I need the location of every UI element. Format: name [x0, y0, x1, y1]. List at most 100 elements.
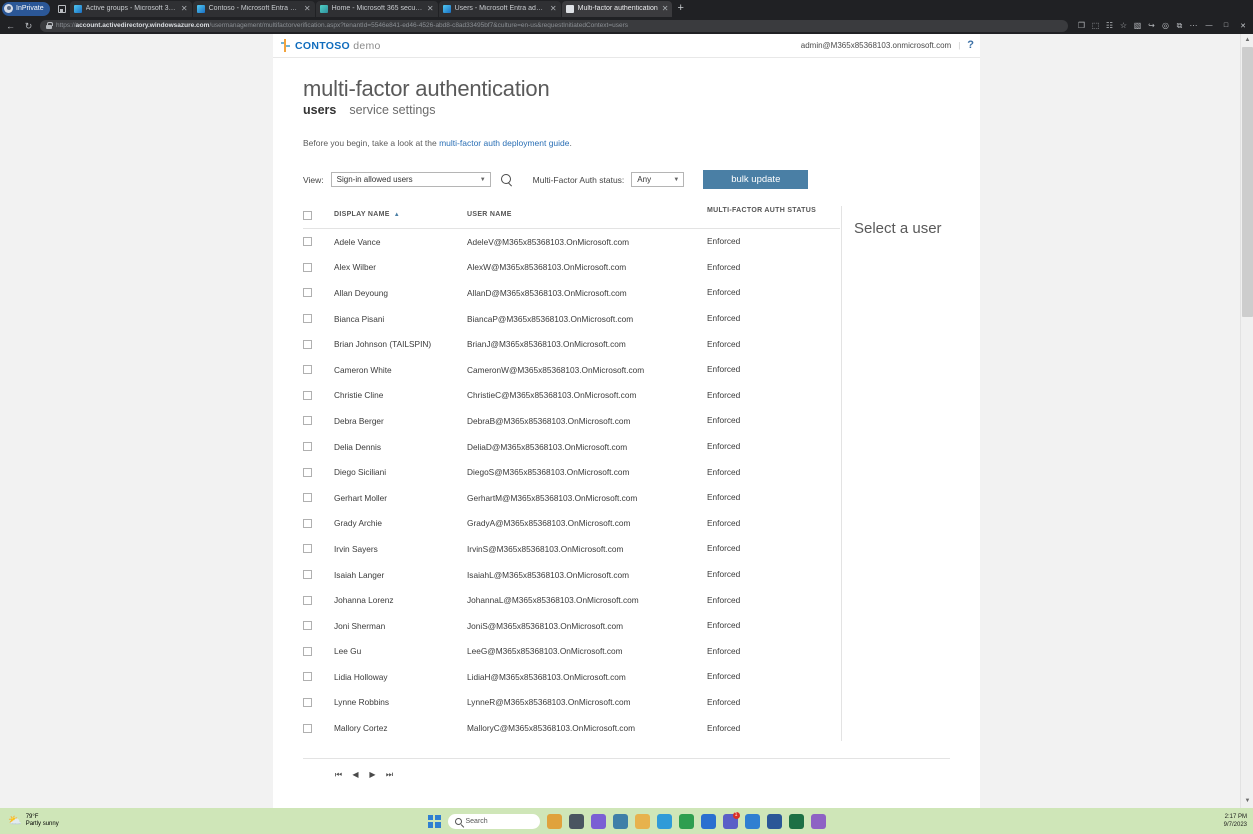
- cell-display-name[interactable]: Lidia Holloway: [334, 672, 467, 682]
- table-row[interactable]: Adele VanceAdeleV@M365x85368103.OnMicros…: [303, 229, 840, 255]
- account-email[interactable]: admin@M365x85368103.onmicrosoft.com: [801, 41, 951, 50]
- cell-display-name[interactable]: Diego Siciliani: [334, 467, 467, 477]
- previous-page-button[interactable]: ◀: [351, 770, 360, 780]
- row-checkbox[interactable]: [303, 416, 312, 425]
- extensions-icon[interactable]: ⧉: [1175, 21, 1184, 30]
- row-checkbox[interactable]: [303, 468, 312, 477]
- cell-display-name[interactable]: Grady Archie: [334, 518, 467, 528]
- brand-logo[interactable]: CONTOSO demo: [281, 39, 381, 52]
- row-checkbox[interactable]: [303, 544, 312, 553]
- pivot-tab-users[interactable]: users: [303, 103, 336, 117]
- taskbar-search-box[interactable]: Search: [448, 814, 540, 829]
- deployment-guide-link[interactable]: multi-factor auth deployment guide: [439, 138, 569, 148]
- settings-more-icon[interactable]: ⋯: [1189, 21, 1198, 30]
- table-row[interactable]: Isaiah LangerIsaiahL@M365x85368103.OnMic…: [303, 562, 840, 588]
- row-checkbox[interactable]: [303, 288, 312, 297]
- store-icon[interactable]: [745, 814, 760, 829]
- cell-display-name[interactable]: Mallory Cortez: [334, 723, 467, 733]
- browser-tab-4[interactable]: Multi-factor authentication✕: [562, 1, 673, 17]
- folder-icon[interactable]: [635, 814, 650, 829]
- table-row[interactable]: Cameron WhiteCameronW@M365x85368103.OnMi…: [303, 357, 840, 383]
- close-icon[interactable]: ✕: [304, 4, 311, 13]
- row-checkbox[interactable]: [303, 570, 312, 579]
- favorite-star-icon[interactable]: ☆: [1119, 21, 1128, 30]
- file-explorer-icon[interactable]: [547, 814, 562, 829]
- cell-display-name[interactable]: Johanna Lorenz: [334, 595, 467, 605]
- table-row[interactable]: Lynne RobbinsLynneR@M365x85368103.OnMicr…: [303, 690, 840, 716]
- close-icon[interactable]: ✕: [550, 4, 557, 13]
- row-checkbox[interactable]: [303, 519, 312, 528]
- row-checkbox[interactable]: [303, 621, 312, 630]
- row-checkbox[interactable]: [303, 647, 312, 656]
- table-row[interactable]: Lidia HollowayLidiaH@M365x85368103.OnMic…: [303, 664, 840, 690]
- row-checkbox[interactable]: [303, 672, 312, 681]
- teams-icon[interactable]: 1: [723, 814, 738, 829]
- last-page-button[interactable]: ⏭: [385, 770, 394, 780]
- cell-display-name[interactable]: Alex Wilber: [334, 262, 467, 272]
- new-tab-button[interactable]: +: [672, 3, 688, 14]
- row-checkbox[interactable]: [303, 698, 312, 707]
- row-checkbox[interactable]: [303, 493, 312, 502]
- chrome-icon[interactable]: [679, 814, 694, 829]
- browser-tab-1[interactable]: Contoso - Microsoft Entra admi...✕: [193, 1, 315, 17]
- cell-display-name[interactable]: Christie Cline: [334, 390, 467, 400]
- scroll-up-arrow-icon[interactable]: ▲: [1241, 34, 1253, 47]
- search-icon[interactable]: [500, 173, 514, 187]
- row-checkbox[interactable]: [303, 391, 312, 400]
- column-header-mfa-status[interactable]: MULTI-FACTOR AUTH STATUS: [707, 206, 840, 215]
- column-header-user-name[interactable]: USER NAME: [467, 206, 707, 218]
- column-header-display-name[interactable]: DISPLAY NAME▲: [334, 206, 467, 218]
- window-minimize-button[interactable]: —: [1203, 22, 1215, 29]
- page-scrollbar[interactable]: ▲ ▼: [1240, 34, 1253, 808]
- browser-tab-0[interactable]: Active groups - Microsoft 365 a...✕: [70, 1, 192, 17]
- inprivate-badge[interactable]: InPrivate: [2, 2, 50, 16]
- row-checkbox[interactable]: [303, 314, 312, 323]
- cell-display-name[interactable]: Irvin Sayers: [334, 544, 467, 554]
- cell-display-name[interactable]: Gerhart Moller: [334, 493, 467, 503]
- row-checkbox[interactable]: [303, 365, 312, 374]
- reload-button[interactable]: ↻: [22, 21, 35, 31]
- cell-display-name[interactable]: Delia Dennis: [334, 442, 467, 452]
- view-select[interactable]: Sign-in allowed users ▼: [331, 172, 491, 187]
- close-icon[interactable]: ✕: [662, 4, 669, 13]
- share-icon[interactable]: ↪: [1147, 21, 1156, 30]
- window-close-button[interactable]: ✕: [1237, 22, 1249, 30]
- copilot-icon[interactable]: ◎: [1161, 21, 1170, 30]
- cell-display-name[interactable]: Brian Johnson (TAILSPIN): [334, 339, 467, 349]
- table-row[interactable]: Gerhart MollerGerhartM@M365x85368103.OnM…: [303, 485, 840, 511]
- cell-display-name[interactable]: Cameron White: [334, 365, 467, 375]
- table-row[interactable]: Grady ArchieGradyA@M365x85368103.OnMicro…: [303, 511, 840, 537]
- table-row[interactable]: Irvin SayersIrvinS@M365x85368103.OnMicro…: [303, 536, 840, 562]
- table-row[interactable]: Brian Johnson (TAILSPIN)BrianJ@M365x8536…: [303, 331, 840, 357]
- table-row[interactable]: Bianca PisaniBiancaP@M365x85368103.OnMic…: [303, 306, 840, 332]
- read-aloud-icon[interactable]: ☷: [1105, 21, 1114, 30]
- table-row[interactable]: Johanna LorenzJohannaL@M365x85368103.OnM…: [303, 587, 840, 613]
- cell-display-name[interactable]: Lynne Robbins: [334, 697, 467, 707]
- cell-display-name[interactable]: Adele Vance: [334, 237, 467, 247]
- browser-tab-3[interactable]: Users - Microsoft Entra admin c...✕: [439, 1, 561, 17]
- excel-icon[interactable]: [789, 814, 804, 829]
- browser-tab-2[interactable]: Home - Microsoft 365 security✕: [316, 1, 438, 17]
- collections-icon[interactable]: ❐: [1077, 21, 1086, 30]
- row-checkbox[interactable]: [303, 237, 312, 246]
- table-row[interactable]: Alex WilberAlexW@M365x85368103.OnMicroso…: [303, 255, 840, 281]
- taskbar-clock[interactable]: 2:17 PM 9/7/2023: [1224, 813, 1247, 829]
- mfa-status-select[interactable]: Any ▼: [631, 172, 684, 187]
- cell-display-name[interactable]: Isaiah Langer: [334, 570, 467, 580]
- task-view-icon[interactable]: [569, 814, 584, 829]
- bulk-update-button[interactable]: bulk update: [703, 170, 808, 189]
- scroll-down-arrow-icon[interactable]: ▼: [1241, 795, 1253, 808]
- sidebar-icon[interactable]: ▧: [1133, 21, 1142, 30]
- table-row[interactable]: Diego SicilianiDiegoS@M365x85368103.OnMi…: [303, 459, 840, 485]
- sharepoint-icon[interactable]: [811, 814, 826, 829]
- window-maximize-button[interactable]: □: [1220, 22, 1232, 29]
- pivot-tab-service-settings[interactable]: service settings: [349, 103, 435, 117]
- cell-display-name[interactable]: Bianca Pisani: [334, 314, 467, 324]
- word-icon[interactable]: [767, 814, 782, 829]
- cell-display-name[interactable]: Debra Berger: [334, 416, 467, 426]
- edge-icon[interactable]: [657, 814, 672, 829]
- table-row[interactable]: Allan DeyoungAllanD@M365x85368103.OnMicr…: [303, 280, 840, 306]
- cell-display-name[interactable]: Joni Sherman: [334, 621, 467, 631]
- split-screen-icon[interactable]: ⬚: [1091, 21, 1100, 30]
- close-icon[interactable]: ✕: [427, 4, 434, 13]
